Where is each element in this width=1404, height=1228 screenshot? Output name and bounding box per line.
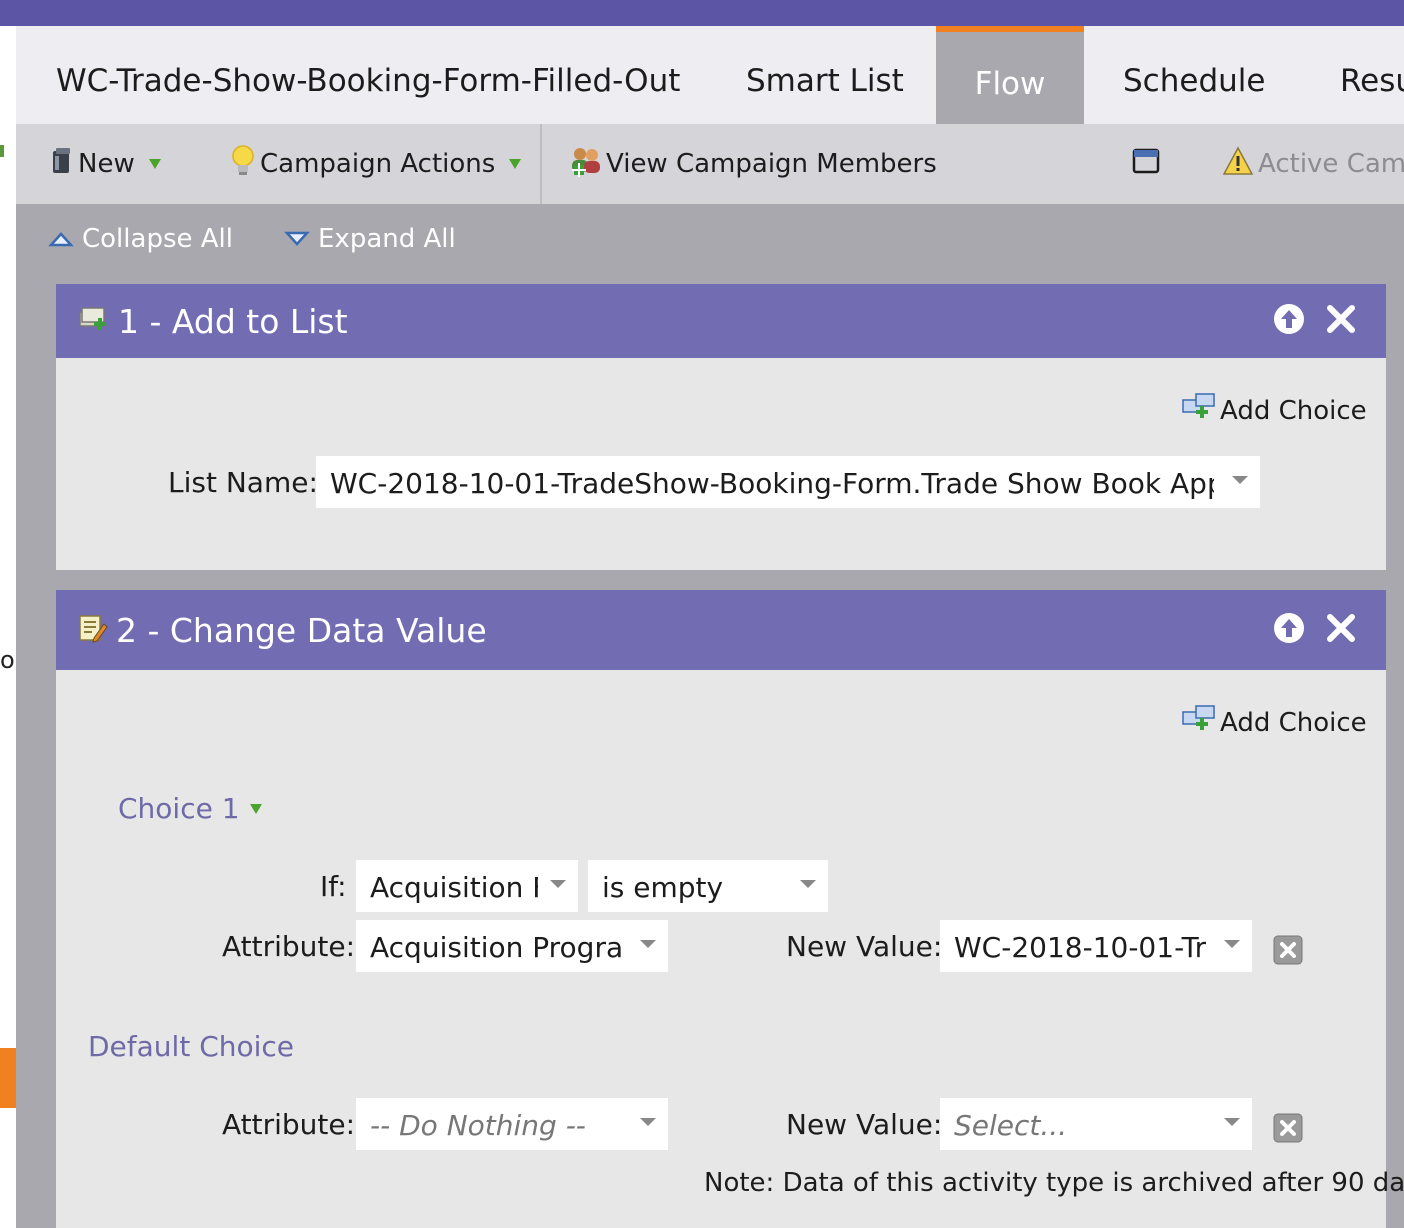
members-icon (568, 145, 604, 184)
if-field-value: Acquisition F (370, 871, 538, 904)
chevron-down-icon (148, 159, 161, 169)
toolbar: New Campaign Actions View Campaign Membe… (16, 124, 1404, 204)
archive-note: Note: Data of this activity type is arch… (704, 1168, 1404, 1198)
window-button[interactable] (1132, 124, 1160, 204)
new-item-icon (50, 146, 74, 183)
tree-item-fragment: o (0, 646, 15, 674)
change-data-icon (76, 612, 108, 648)
step1-title: 1 - Add to List (118, 301, 348, 341)
attribute-value: Acquisition Progran (370, 931, 622, 964)
default-attribute-label: Attribute: (222, 1108, 356, 1141)
tab-results[interactable]: Resu (1340, 26, 1404, 124)
chevron-down-icon (1224, 940, 1240, 948)
new-button[interactable]: New (50, 124, 161, 204)
tree-marker (0, 145, 4, 157)
if-field-select[interactable]: Acquisition F (356, 860, 578, 912)
lightbulb-icon (230, 144, 256, 185)
active-campaign-label: Active Camp (1258, 149, 1404, 179)
top-brand-bar (0, 0, 1404, 26)
step1-header[interactable]: 1 - Add to List (56, 284, 1386, 358)
new-value-value: WC-2018-10-01-Tra (954, 931, 1206, 964)
default-attribute-value: -- Do Nothing -- (370, 1109, 586, 1142)
chevron-down-icon (800, 880, 816, 888)
chevron-down-icon (509, 159, 522, 169)
chevron-down-icon (1232, 476, 1248, 484)
step2-title: 2 - Change Data Value (116, 610, 487, 650)
close-icon[interactable] (1326, 304, 1356, 338)
delete-choice-icon[interactable] (1273, 1113, 1303, 1143)
if-operator-value: is empty (602, 871, 724, 904)
tree-selection-marker (0, 1048, 16, 1108)
view-campaign-members-button[interactable]: View Campaign Members (568, 124, 937, 204)
add-choice-icon (1182, 392, 1216, 429)
expand-all-button[interactable]: Expand All (284, 224, 456, 254)
collapse-all-label: Collapse All (82, 224, 233, 254)
tab-bar: WC-Trade-Show-Booking-Form-Filled-Out Sm… (16, 26, 1404, 124)
collapse-icon (48, 224, 74, 254)
default-choice-label: Default Choice (88, 1030, 295, 1063)
default-new-value-label: New Value: (786, 1108, 943, 1141)
choice-1-label: Choice 1 (118, 792, 240, 825)
step2-add-choice-label: Add Choice (1220, 707, 1367, 738)
add-choice-icon (1182, 704, 1216, 741)
add-to-list-icon (76, 304, 110, 338)
list-name-label: List Name: (168, 466, 318, 499)
warning-icon (1222, 145, 1254, 183)
window-icon (1132, 147, 1160, 182)
if-operator-select[interactable]: is empty (588, 860, 828, 912)
chevron-down-icon (550, 880, 566, 888)
expand-icon (284, 224, 310, 254)
attribute-select[interactable]: Acquisition Progran (356, 920, 668, 972)
active-campaign-status: Active Camp (1222, 124, 1404, 204)
collapse-all-button[interactable]: Collapse All (48, 224, 233, 254)
tab-smart-list[interactable]: Smart List (746, 26, 916, 124)
tab-schedule[interactable]: Schedule (1123, 26, 1283, 124)
step1-add-choice-label: Add Choice (1220, 395, 1367, 426)
chevron-down-icon (1224, 1118, 1240, 1126)
step1-add-choice-button[interactable]: Add Choice (1182, 392, 1367, 429)
choice-1-menu[interactable]: Choice 1 (118, 792, 262, 825)
delete-choice-icon[interactable] (1273, 935, 1303, 965)
list-name-value: WC-2018-10-01-TradeShow-Booking-Form.Tra… (330, 467, 1214, 500)
move-up-icon[interactable] (1272, 611, 1306, 649)
close-icon[interactable] (1326, 613, 1356, 647)
default-new-value-placeholder: Select... (954, 1109, 1068, 1142)
new-value-select[interactable]: WC-2018-10-01-Tra (940, 920, 1252, 972)
chevron-down-icon (640, 1118, 656, 1126)
expand-all-label: Expand All (318, 224, 456, 254)
chevron-down-icon (249, 803, 262, 814)
default-attribute-select[interactable]: -- Do Nothing -- (356, 1098, 668, 1150)
new-button-label: New (78, 149, 135, 179)
tab-flow[interactable]: Flow (936, 26, 1084, 124)
campaign-actions-label: Campaign Actions (260, 149, 496, 179)
chevron-down-icon (640, 940, 656, 948)
new-value-label: New Value: (786, 930, 943, 963)
step2-add-choice-button[interactable]: Add Choice (1182, 704, 1367, 741)
if-label: If: (320, 870, 347, 903)
toolbar-divider (540, 124, 542, 204)
attribute-label: Attribute: (222, 930, 356, 963)
default-new-value-select[interactable]: Select... (940, 1098, 1252, 1150)
step2-header[interactable]: 2 - Change Data Value (56, 590, 1386, 670)
view-campaign-members-label: View Campaign Members (606, 149, 937, 179)
campaign-actions-button[interactable]: Campaign Actions (230, 124, 522, 204)
tab-program-name[interactable]: WC-Trade-Show-Booking-Form-Filled-Out (56, 26, 696, 124)
list-name-select[interactable]: WC-2018-10-01-TradeShow-Booking-Form.Tra… (316, 456, 1260, 508)
move-up-icon[interactable] (1272, 302, 1306, 340)
